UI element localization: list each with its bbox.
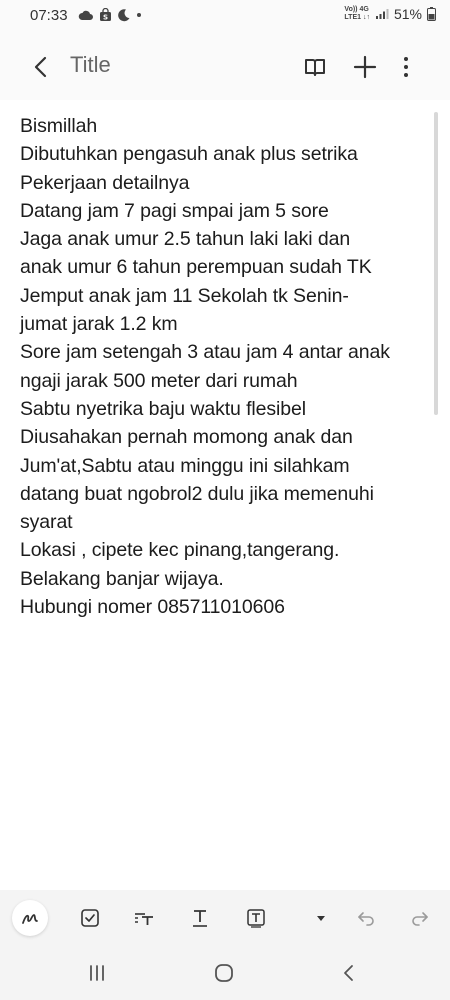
note-content[interactable]: Bismillah Dibutuhkan pengasuh anak plus … (20, 112, 432, 621)
text-box-icon (247, 909, 265, 928)
chevron-left-icon (34, 56, 47, 78)
note-line: Sore jam setengah 3 atau jam 4 antar ana… (20, 341, 390, 364)
recent-apps-button[interactable] (82, 958, 112, 988)
dot-icon (137, 13, 141, 17)
navigation-bar (0, 946, 450, 1000)
undo-icon (358, 912, 374, 926)
network-type: Vo)) 4G LTE1 ↓↑ (344, 6, 370, 22)
pen-mode-button[interactable] (12, 900, 48, 936)
notification-icons: S (78, 8, 142, 22)
note-line: ngaji jarak 500 meter dari rumah (20, 369, 298, 392)
redo-icon (412, 912, 428, 926)
text-style-icon (135, 913, 153, 925)
note-line: Sabtu nyetrika baju waktu flesibel (20, 397, 307, 420)
more-options-button[interactable] (391, 52, 421, 82)
svg-text:S: S (103, 14, 108, 22)
book-icon (305, 59, 325, 76)
home-button[interactable] (209, 958, 239, 988)
note-line: Jemput anak jam 11 Sekolah tk Senin- (20, 284, 349, 307)
note-line: Jaga anak umur 2.5 tahun laki laki dan (20, 228, 351, 251)
note-line: datang buat ngobrol2 dulu jika memenuhi (20, 482, 374, 505)
add-button[interactable] (350, 52, 380, 82)
editor-toolbar (0, 890, 450, 946)
shopping-bag-icon: S (100, 8, 111, 22)
battery-icon (427, 7, 436, 21)
cloud-icon (78, 10, 93, 20)
system-icons: Vo)) 4G LTE1 ↓↑ 51% (344, 6, 436, 22)
note-line: Datang jam 7 pagi smpai jam 5 sore (20, 199, 329, 222)
note-line: Lokasi , cipete kec pinang,tangerang. (20, 539, 340, 562)
checkbox-button[interactable] (72, 900, 108, 936)
moon-icon (118, 9, 130, 22)
text-style-button[interactable] (127, 900, 163, 936)
text-box-button[interactable] (238, 900, 274, 936)
note-editor[interactable]: Bismillah Dibutuhkan pengasuh anak plus … (0, 100, 450, 890)
scrollbar[interactable] (434, 112, 438, 415)
recent-apps-icon (90, 965, 104, 981)
nav-back-button[interactable] (334, 958, 364, 988)
dropdown-button[interactable] (303, 900, 339, 936)
battery-percent: 51% (393, 6, 422, 22)
pen-icon (22, 914, 38, 924)
status-time: 07:33 (30, 7, 68, 24)
note-line: Jum'at,Sabtu atau minggu ini silahkam (20, 454, 350, 477)
network-bottom-label: LTE1 ↓↑ (344, 14, 370, 21)
status-bar: 07:33 S Vo)) 4G LTE1 ↓↑ 51% (0, 0, 450, 34)
more-vertical-icon (404, 57, 408, 77)
redo-button[interactable] (402, 900, 438, 936)
underline-text-icon (193, 910, 207, 927)
note-line: Dibutuhkan pengasuh anak plus setrika (20, 143, 358, 166)
note-title[interactable]: Title (70, 52, 111, 78)
plus-icon (353, 55, 377, 79)
note-line: jumat jarak 1.2 km (20, 313, 178, 336)
nav-back-icon (344, 965, 353, 981)
note-line: Belakang banjar wijaya. (20, 567, 224, 590)
reading-mode-button[interactable] (300, 52, 330, 82)
note-line: anak umur 6 tahun perempuan sudah TK (20, 256, 372, 279)
back-button[interactable] (26, 52, 56, 82)
network-top-label: Vo)) 4G (344, 6, 369, 13)
underline-text-button[interactable] (182, 900, 218, 936)
note-line: syarat (20, 511, 73, 534)
checkbox-icon (81, 909, 99, 927)
home-icon (215, 964, 233, 982)
signal-icon (375, 9, 389, 19)
note-line: Pekerjaan detailnya (20, 171, 190, 194)
dropdown-arrow-icon (317, 916, 325, 921)
note-line: Diusahakan pernah momong anak dan (20, 426, 353, 449)
undo-button[interactable] (348, 900, 384, 936)
note-line: Hubungi nomer 085711010606 (20, 596, 285, 619)
app-bar: Title (0, 34, 450, 100)
note-line: Bismillah (20, 115, 98, 137)
